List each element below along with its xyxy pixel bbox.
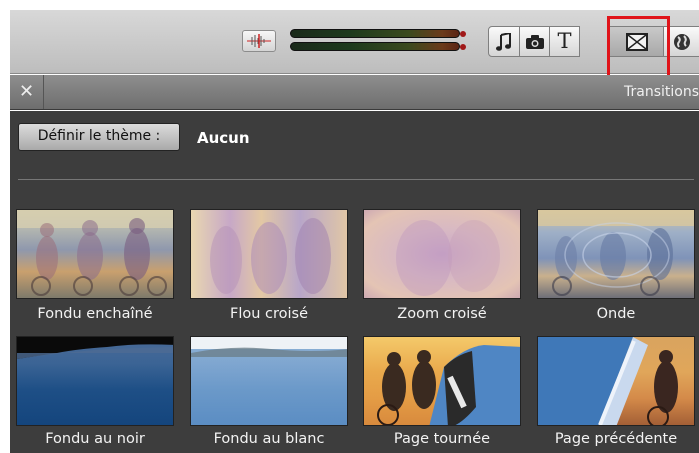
transition-label: Onde [596, 306, 636, 322]
transition-label: Fondu au noir [45, 431, 145, 447]
transition-thumbnail-page-back[interactable] [537, 336, 695, 426]
theme-value: Aucun [197, 129, 250, 147]
panel-title: Transitions [624, 84, 699, 100]
close-button[interactable]: ✕ [10, 75, 44, 109]
highlight-box [607, 16, 670, 78]
transition-thumbnail-cross-zoom[interactable] [363, 209, 521, 299]
transition-thumbnail-cross-blur[interactable] [190, 209, 348, 299]
photo-button[interactable] [519, 26, 550, 57]
transition-label: Fondu au blanc [213, 431, 325, 447]
waveform-icon [247, 34, 271, 48]
toolbar: T [10, 10, 699, 78]
transition-label: Flou croisé [229, 306, 309, 322]
globe-icon [673, 33, 690, 50]
title-button[interactable]: T [549, 26, 580, 57]
transition-label: Page précédente [554, 431, 678, 447]
music-icon [496, 32, 511, 51]
transitions-browser: Définir le thème : Aucun Fondu enchaîné … [10, 111, 699, 453]
transition-thumbnail-ripple[interactable] [537, 209, 695, 299]
music-button[interactable] [488, 26, 520, 57]
transition-label: Page tournée [393, 431, 491, 447]
text-icon: T [557, 29, 572, 53]
transition-thumbnail-fade-to-black[interactable] [16, 336, 174, 426]
transition-thumbnail-cross-dissolve[interactable] [16, 209, 174, 299]
transition-thumbnail-page-curl[interactable] [363, 336, 521, 426]
transition-label: Zoom croisé [397, 306, 487, 322]
set-theme-button[interactable]: Définir le thème : [18, 123, 180, 151]
audio-level-meter [290, 29, 466, 55]
panel-header: ✕ Transitions [10, 75, 699, 110]
waveform-button[interactable] [242, 30, 276, 52]
divider [18, 179, 694, 180]
camera-icon [525, 34, 544, 49]
transition-thumbnail-fade-to-white[interactable] [190, 336, 348, 426]
transition-label: Fondu enchaîné [37, 306, 153, 322]
